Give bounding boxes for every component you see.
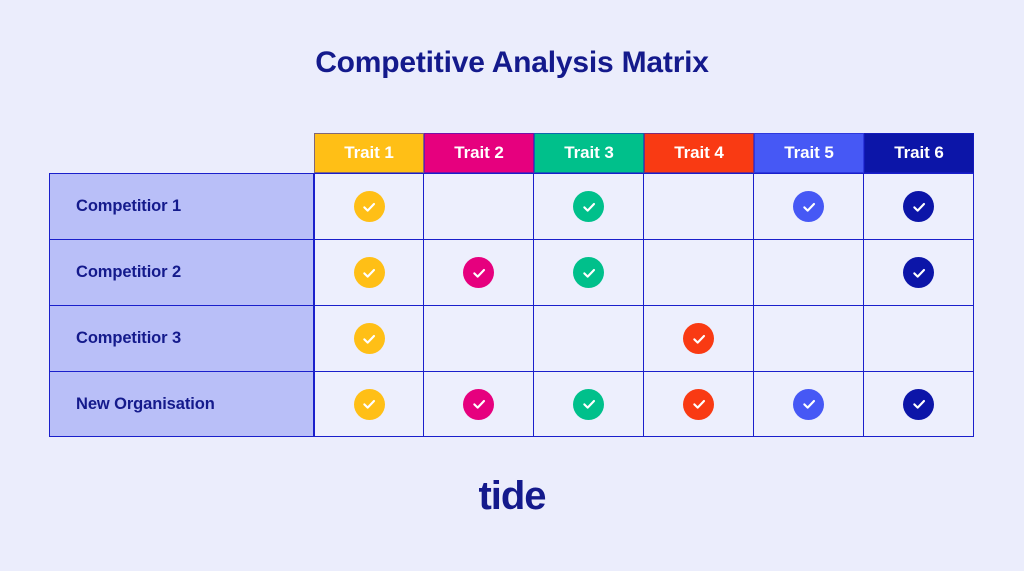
column-header-trait-4: Trait 4 [644, 133, 754, 173]
check-icon [903, 191, 934, 222]
matrix-cell-r2-c5 [754, 239, 864, 305]
matrix-cell-r2-c3 [534, 239, 644, 305]
empty-cell-marker [793, 257, 824, 288]
row-label-text: New Organisation [76, 394, 215, 413]
row-label-text: Competitior 1 [76, 197, 182, 215]
matrix-cell-r2-c6 [864, 239, 974, 305]
matrix-cell-r3-c1 [314, 305, 424, 371]
row-label-3: Competitior 3 [49, 305, 314, 371]
row-label-4: New Organisation [49, 371, 314, 437]
matrix-cell-r4-c3 [534, 371, 644, 437]
matrix-grid: Trait 1 Trait 2 Trait 3 Trait 4 Trait 5 Trait… [49, 133, 974, 437]
check-icon [683, 323, 714, 354]
matrix-cell-r4-c4 [644, 371, 754, 437]
check-icon [573, 388, 604, 420]
column-header-trait-5: Trait 5 [754, 133, 864, 173]
empty-cell-marker [683, 257, 714, 288]
matrix-cell-r1-c2 [424, 173, 534, 239]
matrix-cell-r3-c6 [864, 305, 974, 371]
matrix-cell-r4-c1 [314, 371, 424, 437]
matrix-cell-r1-c1 [314, 173, 424, 239]
matrix-cell-r3-c5 [754, 305, 864, 371]
column-header-trait-3: Trait 3 [534, 133, 644, 173]
empty-cell-marker [683, 191, 714, 222]
empty-cell-marker [793, 323, 824, 354]
empty-cell-marker [463, 191, 494, 222]
matrix-cell-r1-c4 [644, 173, 754, 239]
column-header-trait-2: Trait 2 [424, 133, 534, 173]
competitive-analysis-matrix: Trait 1 Trait 2 Trait 3 Trait 4 Trait 5 Trait… [49, 133, 974, 438]
matrix-cell-r3-c4 [644, 305, 754, 371]
column-header-label: Trait 6 [894, 143, 944, 162]
row-label-text: Competitior 2 [76, 263, 182, 281]
column-header-label: Trait 1 [344, 143, 394, 162]
matrix-cell-r2-c2 [424, 239, 534, 305]
page-title: Competitive Analysis Matrix [315, 46, 709, 79]
matrix-corner-cell [49, 133, 314, 173]
check-icon [573, 257, 604, 288]
check-icon [353, 323, 385, 354]
check-icon [463, 257, 494, 288]
check-icon [573, 191, 604, 222]
matrix-cell-r4-c6 [864, 371, 974, 437]
column-header-label: Trait 5 [784, 143, 834, 162]
row-label-2: Competitior 2 [49, 239, 314, 305]
check-icon [353, 388, 385, 420]
column-header-trait-6: Trait 6 [864, 133, 974, 173]
check-icon [463, 388, 494, 420]
column-header-trait-1: Trait 1 [314, 133, 424, 173]
empty-cell-marker [463, 323, 494, 354]
row-label-text: Competitior 3 [76, 329, 182, 347]
check-icon [903, 388, 934, 420]
matrix-cell-r4-c2 [424, 371, 534, 437]
tide-logo: tide [478, 474, 546, 518]
matrix-cell-r2-c4 [644, 239, 754, 305]
matrix-cell-r1-c3 [534, 173, 644, 239]
row-label-1: Competitior 1 [49, 173, 314, 239]
check-icon [903, 257, 934, 288]
column-header-label: Trait 4 [674, 143, 724, 162]
check-icon [683, 388, 714, 420]
check-icon [793, 191, 824, 222]
matrix-cell-r1-c6 [864, 173, 974, 239]
check-icon [793, 388, 824, 420]
matrix-cell-r3-c2 [424, 305, 534, 371]
matrix-cell-r3-c3 [534, 305, 644, 371]
empty-cell-marker [903, 323, 934, 354]
check-icon [353, 257, 385, 288]
empty-cell-marker [573, 323, 604, 354]
column-header-label: Trait 3 [564, 143, 614, 162]
matrix-cell-r2-c1 [314, 239, 424, 305]
check-icon [353, 191, 385, 222]
column-header-label: Trait 2 [454, 143, 504, 162]
matrix-cell-r4-c5 [754, 371, 864, 437]
matrix-cell-r1-c5 [754, 173, 864, 239]
